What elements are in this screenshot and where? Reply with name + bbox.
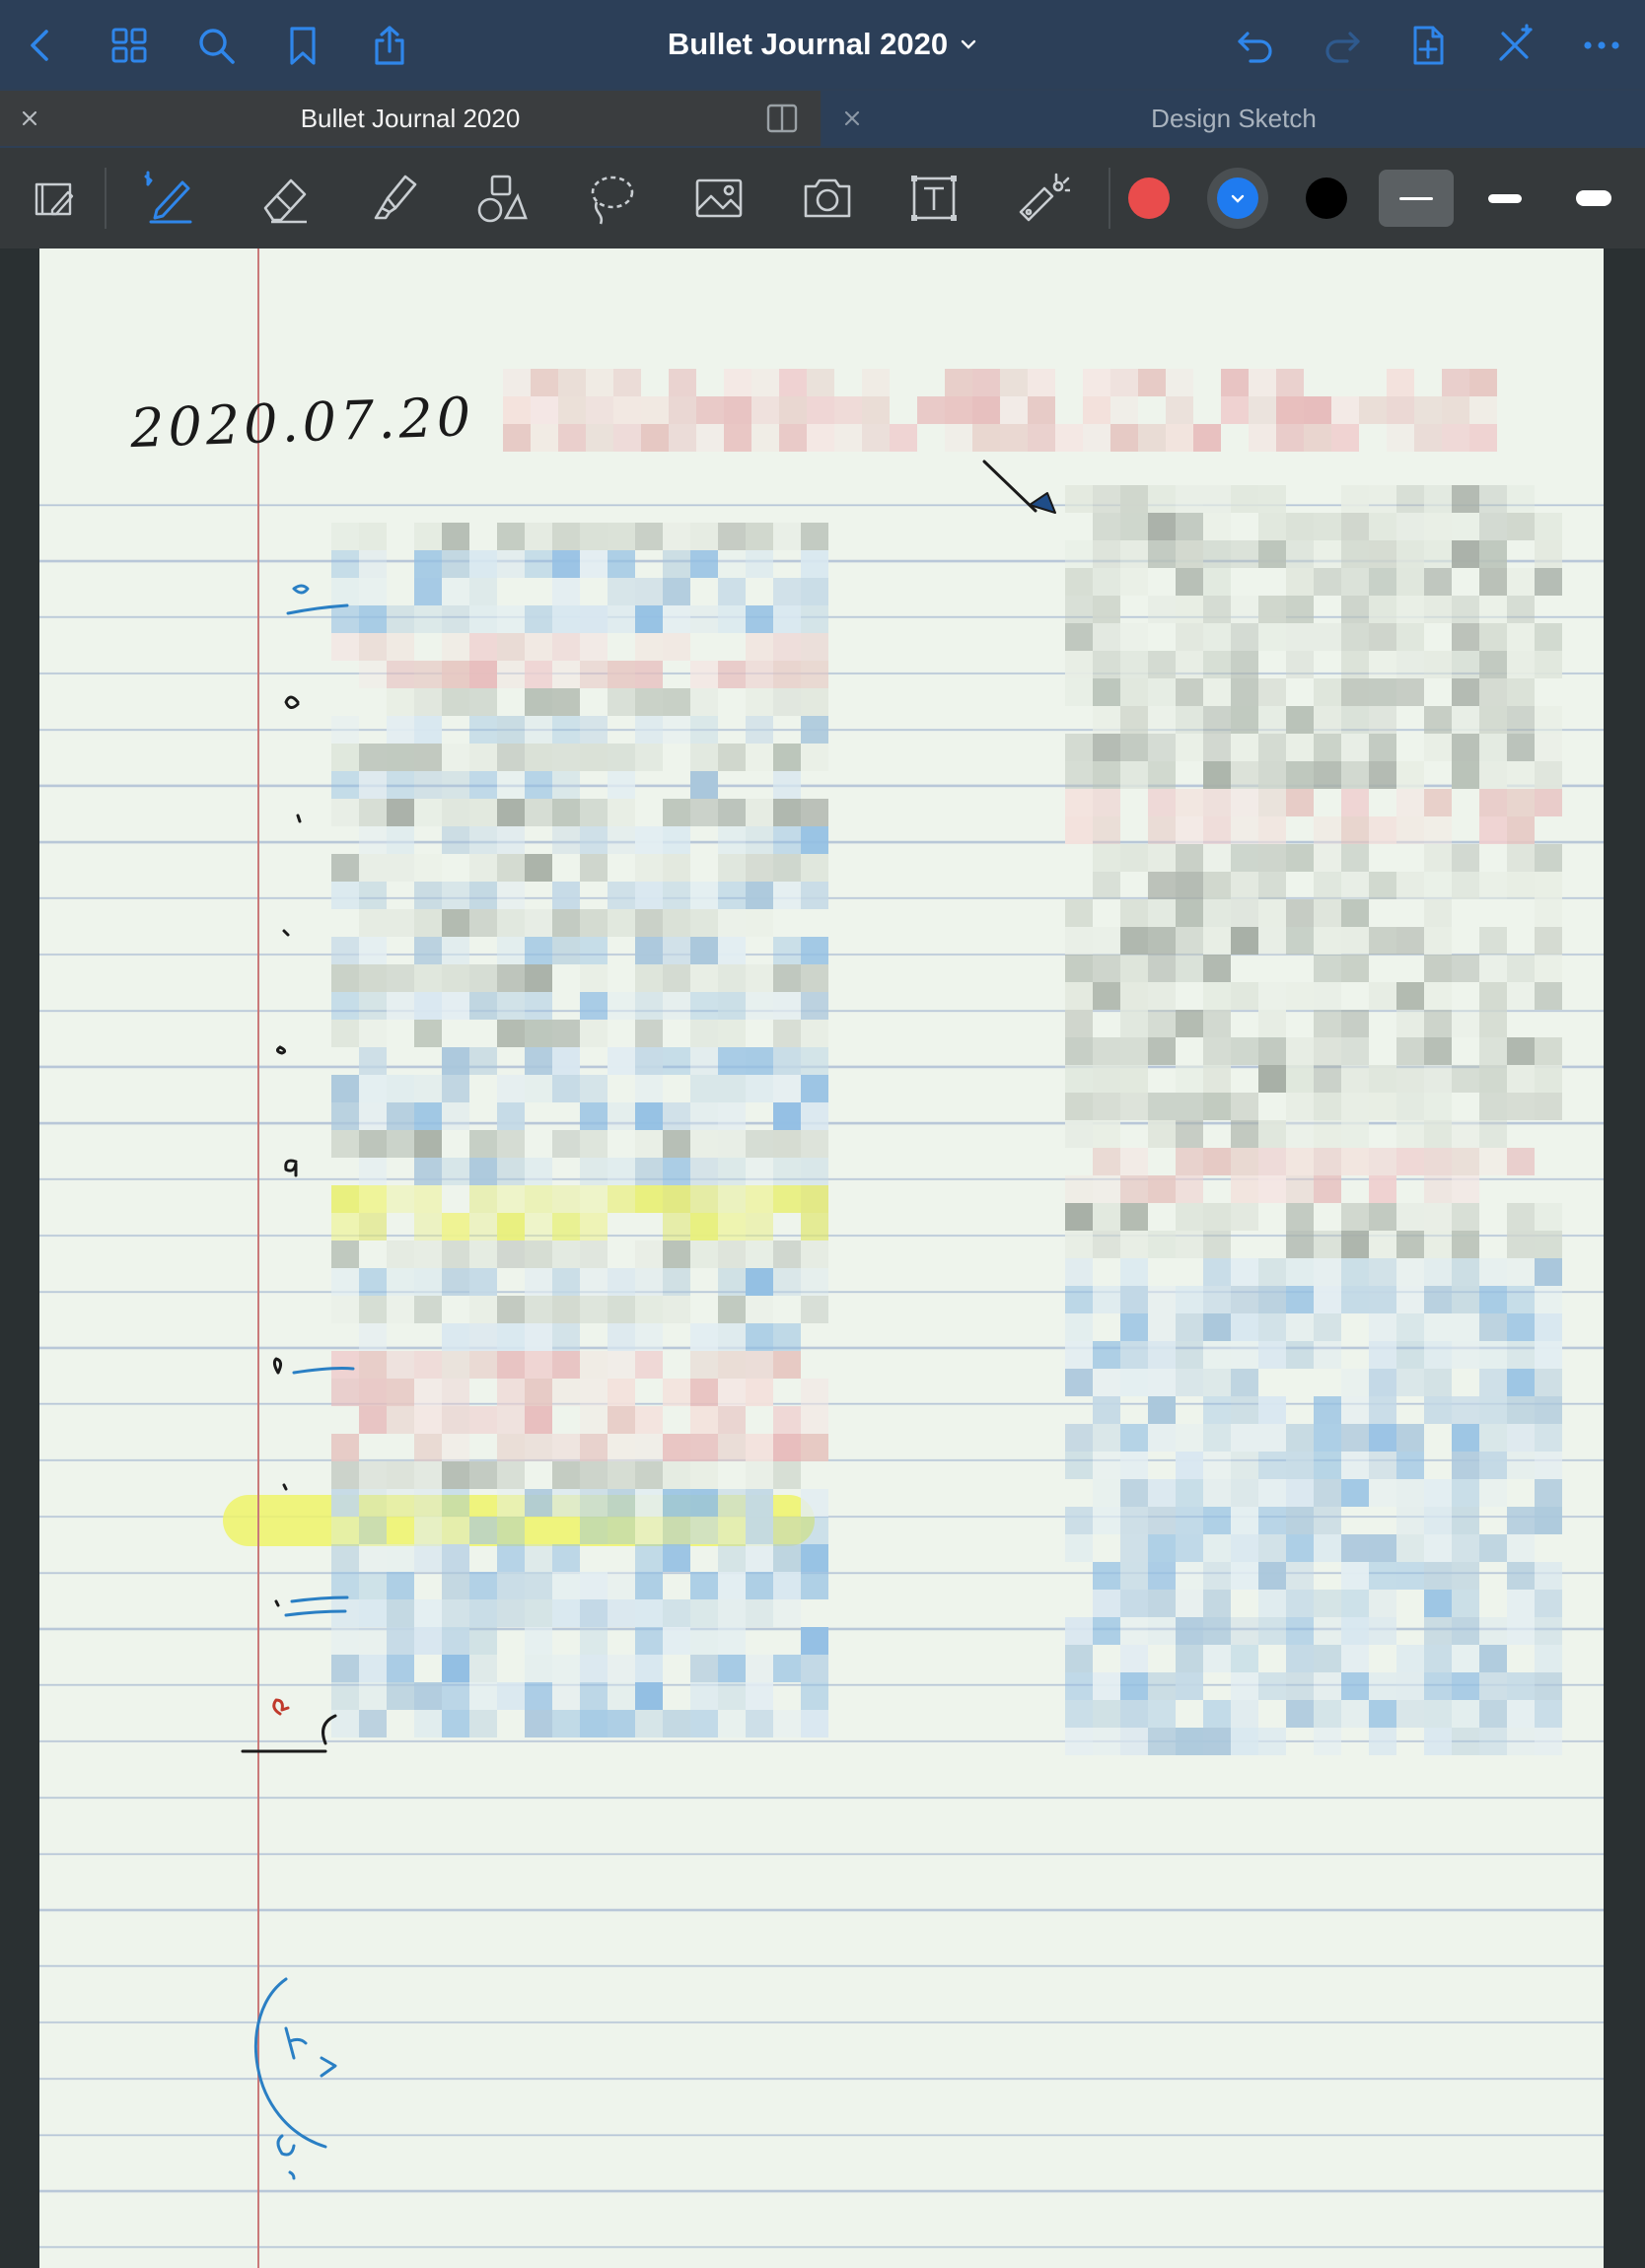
- navigation-bar: Bullet Journal 2020: [0, 0, 1645, 89]
- laser-pointer-button[interactable]: [1010, 166, 1075, 231]
- toolbar-divider: [105, 168, 107, 229]
- stroke-thick-indicator: [1576, 190, 1611, 206]
- eraser-icon: [263, 178, 307, 224]
- redo-icon: [1325, 32, 1360, 63]
- shapes-icon: [477, 175, 528, 223]
- chevron-left-icon: [31, 30, 48, 61]
- stroke-medium-indicator: [1488, 193, 1522, 203]
- close-tab-icon[interactable]: [18, 106, 41, 130]
- redo-button[interactable]: [1315, 18, 1370, 73]
- text-tool-button[interactable]: [901, 166, 966, 231]
- chevron-down-icon: [961, 39, 976, 49]
- close-tab-icon[interactable]: [840, 106, 864, 130]
- shapes-tool-button[interactable]: [469, 166, 535, 231]
- lasso-tool-button[interactable]: [578, 166, 643, 231]
- lasso-icon: [591, 176, 634, 225]
- share-icon: [375, 26, 404, 65]
- eraser-tool-button[interactable]: [252, 166, 318, 231]
- undo-icon: [1238, 32, 1272, 63]
- tab-design-sketch[interactable]: Design Sketch: [822, 91, 1645, 146]
- toggle-editing-button[interactable]: [1487, 18, 1542, 73]
- highlighter-tool-button[interactable]: [361, 166, 426, 231]
- tab-label: Design Sketch: [1151, 103, 1317, 133]
- more-button[interactable]: [1574, 18, 1629, 73]
- grid-icon: [111, 28, 147, 63]
- bookmark-button[interactable]: [275, 18, 330, 73]
- document-title-menu[interactable]: Bullet Journal 2020: [552, 20, 1093, 69]
- search-icon: [199, 29, 235, 64]
- add-page-icon: [1413, 26, 1444, 65]
- chevron-down-icon: [1231, 194, 1245, 203]
- read-only-button[interactable]: [24, 166, 89, 231]
- tab-bar: Bullet Journal 2020 Design Sketch: [0, 89, 1645, 148]
- pen-icon: [144, 171, 192, 224]
- thumbnails-button[interactable]: [102, 18, 157, 73]
- read-only-icon: [35, 182, 74, 216]
- add-page-button[interactable]: [1400, 18, 1456, 73]
- back-button[interactable]: [14, 18, 69, 73]
- stroke-thick-button[interactable]: [1556, 170, 1631, 227]
- search-button[interactable]: [188, 18, 244, 73]
- more-icon: [1584, 41, 1619, 49]
- image-icon: [695, 178, 743, 218]
- split-view-icon[interactable]: [765, 103, 799, 134]
- camera-icon: [804, 178, 851, 218]
- toolbar-divider: [1109, 168, 1110, 229]
- pen-tool-button[interactable]: [138, 166, 203, 231]
- document-title: Bullet Journal 2020: [667, 27, 949, 61]
- canvas-area[interactable]: 2020.07.20: [0, 248, 1645, 2268]
- share-button[interactable]: [362, 18, 417, 73]
- stroke-medium-button[interactable]: [1467, 170, 1542, 227]
- highlighter-icon: [374, 175, 417, 220]
- stroke-thin-indicator: [1399, 196, 1433, 200]
- stroke-thin-button[interactable]: [1379, 170, 1454, 227]
- handwriting-strokes: [241, 460, 1056, 2180]
- close-cross-icon: [1499, 24, 1533, 61]
- color-black-swatch[interactable]: [1306, 177, 1347, 219]
- tool-bar: [0, 148, 1645, 248]
- bookmark-icon: [290, 27, 316, 65]
- laser-pointer-icon: [1019, 173, 1070, 222]
- color-red-swatch[interactable]: [1128, 177, 1170, 219]
- color-blue-swatch[interactable]: [1217, 177, 1258, 219]
- text-icon: [911, 176, 957, 221]
- notebook-page[interactable]: 2020.07.20: [39, 248, 1604, 2268]
- tab-label: Bullet Journal 2020: [300, 103, 521, 133]
- camera-tool-button[interactable]: [795, 166, 860, 231]
- undo-button[interactable]: [1228, 18, 1283, 73]
- tab-bullet-journal[interactable]: Bullet Journal 2020: [0, 91, 821, 146]
- image-tool-button[interactable]: [686, 166, 751, 231]
